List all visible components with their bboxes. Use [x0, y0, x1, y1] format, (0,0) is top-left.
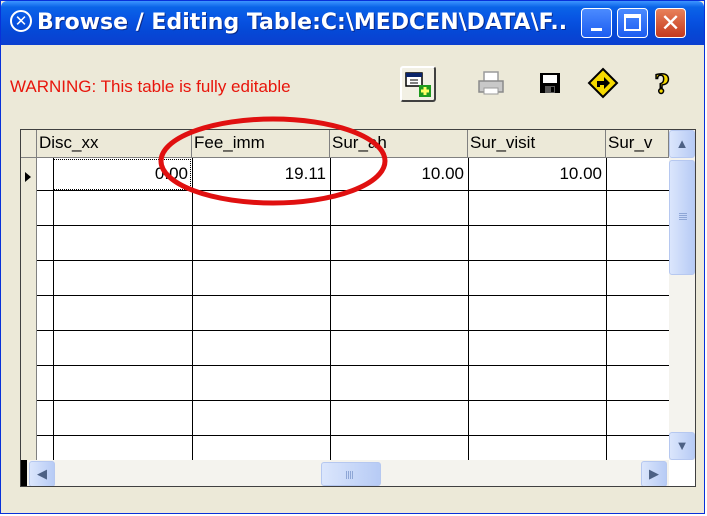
cell-sur-v[interactable]: [606, 159, 669, 189]
minimize-button[interactable]: [581, 8, 612, 38]
chevron-down-icon: ▼: [675, 438, 689, 453]
grid-line: [37, 365, 669, 366]
maximize-button[interactable]: [617, 8, 648, 38]
close-icon: ✕: [660, 9, 681, 37]
record-indicator-column: [21, 158, 37, 486]
grid-corner-header: [21, 130, 37, 158]
grid-line: [468, 158, 469, 486]
app-logo-icon[interactable]: ✕: [10, 10, 32, 32]
chevron-right-icon: ▶: [649, 466, 659, 481]
grid-line: [192, 158, 193, 486]
cell-fee-imm[interactable]: 19.11: [192, 159, 330, 189]
floppy-save-icon: [540, 73, 560, 93]
cell-sur-ah[interactable]: 10.00: [330, 159, 468, 189]
vertical-scroll-thumb[interactable]: [669, 160, 695, 275]
horizontal-scrollbar[interactable]: ◀ ▶: [21, 460, 669, 486]
help-question-icon: ?: [654, 69, 671, 100]
window-title: Browse / Editing Table:C:\MEDCEN\DATA\F.…: [37, 10, 567, 35]
current-row-pointer-icon: [25, 172, 31, 182]
maximize-icon: [624, 14, 641, 31]
grid-line: [606, 158, 607, 486]
print-button[interactable]: [474, 66, 510, 102]
scroll-right-button[interactable]: ▶: [641, 461, 667, 486]
grid-line: [37, 330, 669, 331]
add-record-icon: [405, 72, 431, 97]
column-header-sur-v[interactable]: Sur_v: [606, 130, 669, 158]
record-marker: [21, 460, 27, 486]
data-grid[interactable]: Disc_xx Fee_imm Sur_ah Sur_visit Sur_v 0…: [20, 129, 696, 487]
grid-line: [37, 190, 669, 191]
grid-line: [37, 260, 669, 261]
vertical-scrollbar[interactable]: ▲ ▼: [669, 130, 695, 460]
svg-text:?: ?: [654, 70, 669, 100]
add-record-button[interactable]: [400, 66, 436, 102]
grid-line: [37, 225, 669, 226]
grid-line: [37, 400, 669, 401]
grid-line: [37, 295, 669, 296]
chevron-left-icon: ◀: [37, 466, 47, 481]
minimize-icon: [591, 28, 602, 31]
grid-line: [53, 158, 54, 486]
grid-line: [330, 158, 331, 486]
help-button[interactable]: ?: [645, 66, 681, 102]
chevron-up-icon: ▲: [675, 136, 689, 151]
scroll-down-button[interactable]: ▼: [669, 432, 695, 460]
cell-disc-xx[interactable]: 0.00: [53, 159, 192, 189]
column-header-disc-xx[interactable]: Disc_xx: [37, 130, 192, 158]
editable-warning-text: WARNING: This table is fully editable: [10, 77, 291, 96]
toolbar: WARNING: This table is fully editable ?: [5, 47, 702, 117]
horizontal-scroll-thumb[interactable]: [321, 462, 381, 486]
column-header-sur-visit[interactable]: Sur_visit: [468, 130, 606, 158]
save-button[interactable]: [532, 66, 568, 102]
scroll-up-button[interactable]: ▲: [669, 130, 695, 158]
grip-icon: [679, 213, 687, 214]
column-header-sur-ah[interactable]: Sur_ah: [330, 130, 468, 158]
grip-icon: [346, 471, 347, 479]
grid-line: [37, 435, 669, 436]
go-arrow-icon: [587, 67, 619, 99]
browse-editing-window: ✕ Browse / Editing Table:C:\MEDCEN\DATA\…: [0, 0, 705, 514]
close-button[interactable]: ✕: [655, 8, 686, 38]
cell-sur-visit[interactable]: 10.00: [468, 159, 606, 189]
title-bar[interactable]: ✕ Browse / Editing Table:C:\MEDCEN\DATA\…: [1, 1, 704, 45]
scroll-left-button[interactable]: ◀: [29, 461, 55, 486]
column-header-fee-imm[interactable]: Fee_imm: [192, 130, 330, 158]
printer-icon: [478, 71, 504, 95]
go-button[interactable]: [586, 66, 622, 102]
